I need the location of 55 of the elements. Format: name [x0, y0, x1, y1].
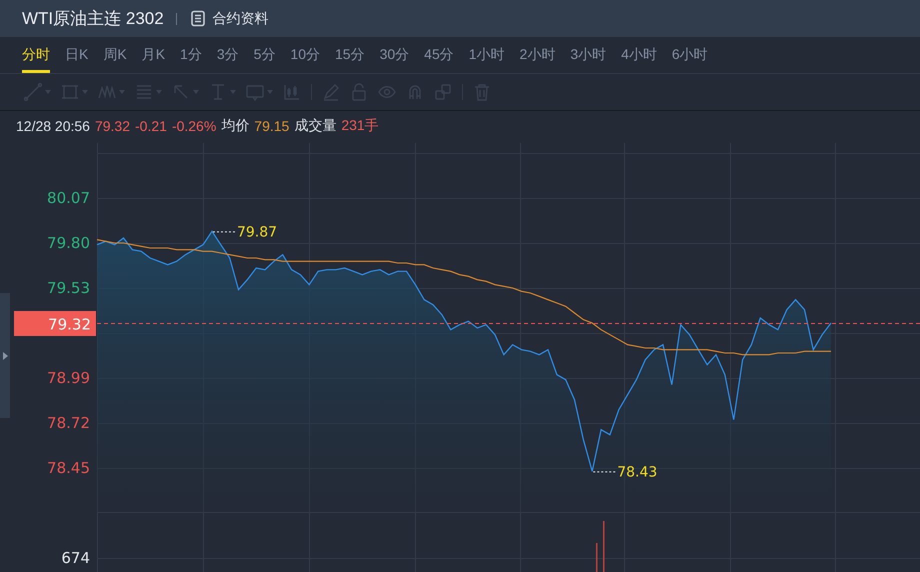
period-tab[interactable]: 10分: [290, 45, 320, 73]
eye-icon: [378, 83, 396, 101]
period-tab[interactable]: 3小时: [570, 45, 606, 73]
high-price-label: 79.87: [236, 224, 278, 240]
axis-label: 79.53: [47, 279, 90, 297]
period-tab[interactable]: 5分: [254, 45, 276, 73]
period-tab[interactable]: 6小时: [672, 45, 708, 73]
volume-label: 成交量: [294, 117, 336, 135]
volume-bars-drawing: [596, 521, 604, 572]
low-price-label: 78.43: [617, 464, 658, 480]
percent-change: -0.26%: [172, 118, 216, 134]
label-tool-icon: [246, 83, 264, 101]
instrument-title: WTI原油主连 2302: [22, 8, 164, 30]
quote-time: 12/28 20:56: [16, 118, 90, 134]
arrow-tool-icon: [172, 83, 190, 101]
axis-label: 79.80: [47, 234, 90, 252]
current-price-label: 79.32: [48, 316, 91, 334]
volume-value: 231手: [341, 117, 379, 135]
lines-tool-icon: [135, 83, 153, 101]
period-tab[interactable]: 日K: [65, 45, 88, 73]
period-tab[interactable]: 15分: [335, 45, 365, 73]
period-tab[interactable]: 周K: [103, 45, 127, 73]
average-price-label: 均价: [221, 117, 250, 135]
volume-axis-label: 674: [61, 549, 90, 567]
wave-tool-icon: [98, 83, 116, 101]
axis-label: 78.99: [47, 369, 90, 387]
average-price: 79.15: [254, 118, 290, 134]
period-tab[interactable]: 45分: [424, 45, 454, 73]
rectangle-tool-icon: [61, 83, 79, 101]
period-tab[interactable]: 2小时: [520, 45, 556, 73]
period-tab[interactable]: 1小时: [468, 45, 505, 73]
period-tab[interactable]: 4小时: [621, 45, 657, 73]
line-tool-icon: [24, 83, 42, 101]
lock-icon: [350, 83, 368, 101]
document-icon: [190, 10, 205, 27]
copy-icon: [434, 83, 452, 101]
period-tab[interactable]: 1分: [180, 45, 202, 73]
price-marker-line: [212, 231, 236, 232]
trash-icon: [473, 83, 491, 101]
expand-arrow-icon: [2, 352, 8, 360]
contract-info-link[interactable]: 合约资料: [190, 10, 269, 28]
last-price: 79.32: [94, 118, 130, 134]
period-tab[interactable]: 3分: [216, 45, 239, 73]
price-marker-line: [592, 471, 617, 472]
axis-label: 78.45: [47, 459, 90, 477]
axis-label: 78.72: [47, 414, 90, 432]
candlestick-icon: [283, 83, 301, 101]
period-tab[interactable]: 月K: [142, 45, 166, 73]
sidebar-toggle[interactable]: [0, 293, 10, 418]
period-tab[interactable]: 分时: [22, 45, 50, 73]
period-tab[interactable]: 30分: [380, 45, 410, 73]
text-cursor-icon: [209, 83, 227, 101]
pencil-icon: [322, 83, 340, 101]
price-change: -0.21: [135, 118, 167, 134]
axis-label: 80.07: [47, 189, 90, 207]
